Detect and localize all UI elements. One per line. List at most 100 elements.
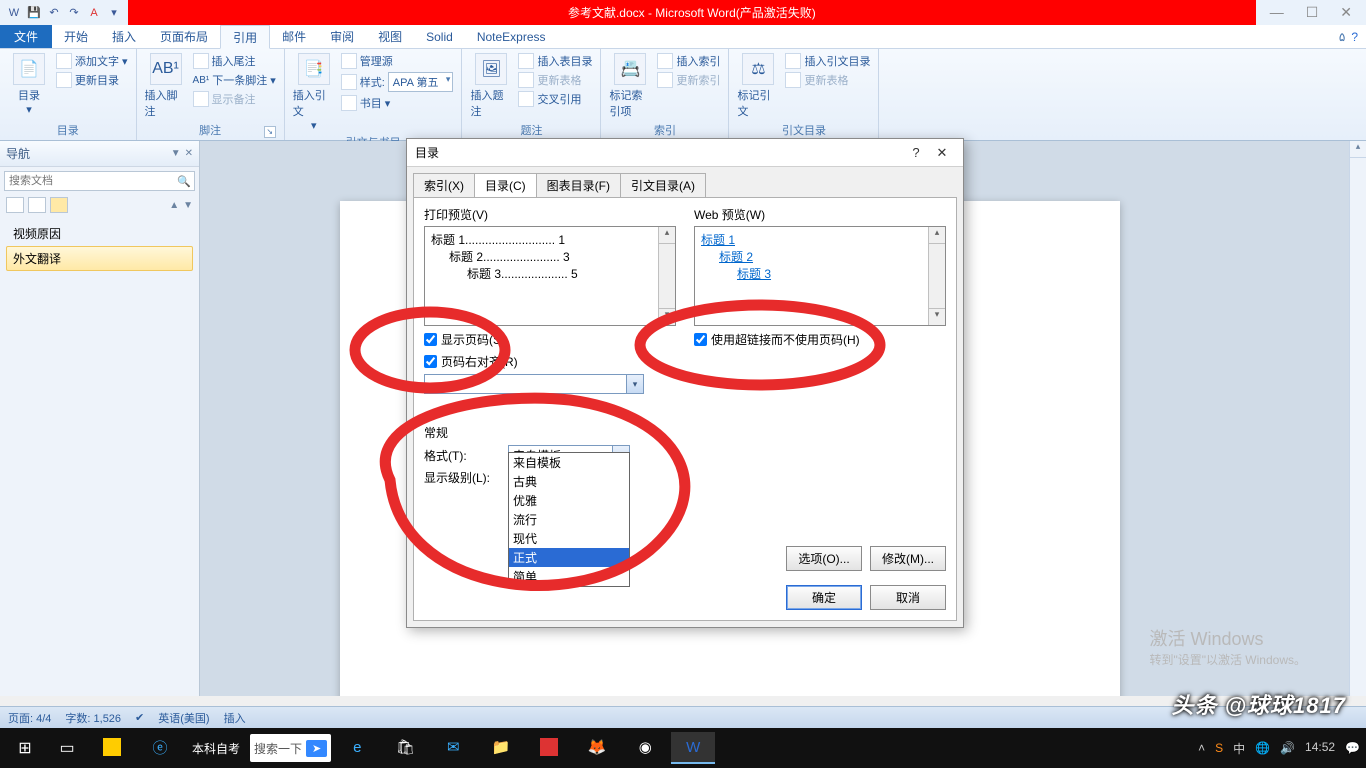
taskbar-firefox[interactable]: 🦊 bbox=[575, 732, 619, 764]
tab-insert[interactable]: 插入 bbox=[100, 25, 148, 48]
mark-citation-button[interactable]: ⚖ 标记引文 bbox=[737, 53, 779, 119]
redo-icon[interactable]: ↷ bbox=[66, 5, 82, 21]
web-toc-link[interactable]: 标题 1 bbox=[701, 233, 735, 247]
status-language[interactable]: 英语(美国) bbox=[158, 710, 209, 726]
manage-sources-button[interactable]: 管理源 bbox=[341, 53, 454, 69]
nav-up-icon[interactable]: ▲ bbox=[169, 200, 179, 211]
taskbar-app[interactable] bbox=[527, 732, 571, 764]
insert-table-figures-button[interactable]: 插入表目录 bbox=[518, 53, 592, 69]
nav-search-input[interactable] bbox=[4, 171, 195, 191]
maximize-button[interactable]: ☐ bbox=[1306, 4, 1319, 21]
nav-item[interactable]: 外文翻译 bbox=[6, 246, 193, 271]
preview-scrollbar[interactable]: ▴▾ bbox=[658, 227, 675, 325]
add-text-button[interactable]: 添加文字 ▾ bbox=[56, 53, 128, 69]
help-icon[interactable]: ? bbox=[1351, 30, 1358, 44]
minimize-button[interactable]: — bbox=[1270, 4, 1284, 21]
insert-index-button[interactable]: 插入索引 bbox=[657, 53, 720, 69]
tab-pagelayout[interactable]: 页面布局 bbox=[148, 25, 220, 48]
tray-volume-icon[interactable]: 🔊 bbox=[1280, 741, 1295, 755]
update-toc-button[interactable]: 更新目录 bbox=[56, 72, 128, 88]
format-dropdown-list[interactable]: 来自模板 古典 优雅 流行 现代 正式 简单 bbox=[508, 452, 630, 587]
taskbar-explorer[interactable]: 📁 bbox=[479, 732, 523, 764]
vertical-scrollbar[interactable]: ▴ bbox=[1349, 141, 1366, 696]
nav-down-icon[interactable]: ▼ bbox=[183, 200, 193, 211]
tray-clock[interactable]: 14:52 bbox=[1305, 741, 1335, 754]
citation-style-select[interactable]: 样式: APA 第五 bbox=[341, 72, 454, 92]
format-option[interactable]: 优雅 bbox=[509, 491, 629, 510]
tab-leader-select[interactable]: ....... ▾ bbox=[424, 374, 644, 394]
tab-references[interactable]: 引用 bbox=[220, 25, 270, 49]
nav-item[interactable]: 视频原因 bbox=[6, 221, 193, 246]
bibliography-button[interactable]: 书目 ▾ bbox=[341, 95, 454, 111]
taskbar-search[interactable]: 搜索一下➤ bbox=[250, 734, 331, 762]
dialog-tab-toc[interactable]: 目录(C) bbox=[474, 173, 537, 197]
start-button[interactable]: ⊞ bbox=[6, 732, 44, 764]
taskbar-ie[interactable]: ⓔ bbox=[138, 732, 182, 764]
dialog-tab-figures[interactable]: 图表目录(F) bbox=[536, 173, 621, 197]
nav-close-icon[interactable]: ✕ bbox=[185, 148, 193, 159]
tab-solid[interactable]: Solid bbox=[414, 25, 465, 48]
insert-authorities-button[interactable]: 插入引文目录 bbox=[785, 53, 870, 69]
tab-view[interactable]: 视图 bbox=[366, 25, 414, 48]
cancel-button[interactable]: 取消 bbox=[870, 585, 946, 610]
taskbar-chrome[interactable]: ◉ bbox=[623, 732, 667, 764]
next-footnote-button[interactable]: AB¹下一条脚注 ▾ bbox=[193, 72, 276, 88]
web-toc-link[interactable]: 标题 2 bbox=[719, 250, 753, 264]
format-option[interactable]: 简单 bbox=[509, 567, 629, 586]
show-page-numbers-checkbox[interactable]: 显示页码(S) bbox=[424, 331, 676, 348]
web-toc-link[interactable]: 标题 3 bbox=[737, 267, 771, 281]
nav-tab-headings[interactable] bbox=[6, 197, 24, 213]
tray-ime[interactable]: 中 bbox=[1233, 740, 1245, 757]
dialog-titlebar[interactable]: 目录 ? ✕ bbox=[407, 139, 963, 167]
dialog-tab-authorities[interactable]: 引文目录(A) bbox=[620, 173, 706, 197]
insert-endnote-button[interactable]: 插入尾注 bbox=[193, 53, 276, 69]
dialog-close-button[interactable]: ✕ bbox=[929, 145, 955, 161]
taskbar-word[interactable]: W bbox=[671, 732, 715, 764]
tray-icon[interactable]: S bbox=[1215, 741, 1223, 755]
format-option[interactable]: 来自模板 bbox=[509, 453, 629, 472]
show-notes-button[interactable]: 显示备注 bbox=[193, 91, 276, 107]
qat-more-icon[interactable]: ▾ bbox=[106, 5, 122, 21]
taskbar-app[interactable] bbox=[90, 732, 134, 764]
status-words[interactable]: 字数: 1,526 bbox=[65, 710, 121, 726]
taskbar-store[interactable]: 🛍 bbox=[383, 732, 427, 764]
format-option[interactable]: 流行 bbox=[509, 510, 629, 529]
tab-mailings[interactable]: 邮件 bbox=[270, 25, 318, 48]
options-button[interactable]: 选项(O)... bbox=[786, 546, 862, 571]
status-proofing-icon[interactable]: ✔ bbox=[135, 711, 144, 724]
preview-scrollbar[interactable]: ▴▾ bbox=[928, 227, 945, 325]
mark-entry-button[interactable]: 📇 标记索引项 bbox=[609, 53, 651, 119]
taskbar-mail[interactable]: ✉ bbox=[431, 732, 475, 764]
status-page[interactable]: 页面: 4/4 bbox=[8, 710, 51, 726]
use-hyperlinks-checkbox[interactable]: 使用超链接而不使用页码(H) bbox=[694, 331, 946, 348]
undo-icon[interactable]: ↶ bbox=[46, 5, 62, 21]
dialog-help-button[interactable]: ? bbox=[903, 145, 929, 160]
insert-caption-button[interactable]: 🖼 插入题注 bbox=[470, 53, 512, 119]
tab-file[interactable]: 文件 bbox=[0, 25, 52, 48]
tab-review[interactable]: 审阅 bbox=[318, 25, 366, 48]
taskbar-edge[interactable]: e bbox=[335, 732, 379, 764]
format-option[interactable]: 现代 bbox=[509, 529, 629, 548]
cross-reference-button[interactable]: 交叉引用 bbox=[518, 91, 592, 107]
update-authorities-button[interactable]: 更新表格 bbox=[785, 72, 870, 88]
nav-tab-results[interactable] bbox=[50, 197, 68, 213]
nav-dropdown-icon[interactable]: ▼ bbox=[171, 148, 181, 159]
insert-citation-button[interactable]: 📑 插入引文▾ bbox=[293, 53, 335, 132]
insert-footnote-button[interactable]: AB¹ 插入脚注 bbox=[145, 53, 187, 119]
tab-noteexpress[interactable]: NoteExpress bbox=[465, 25, 558, 48]
nav-tab-pages[interactable] bbox=[28, 197, 46, 213]
tray-up-icon[interactable]: ˄ bbox=[1198, 741, 1205, 755]
footnote-launcher[interactable]: ↘ bbox=[264, 126, 276, 138]
task-view-button[interactable]: ▭ bbox=[48, 732, 86, 764]
status-insert[interactable]: 插入 bbox=[224, 710, 246, 726]
right-align-checkbox[interactable]: 页码右对齐(R) bbox=[424, 353, 676, 370]
toc-button[interactable]: 📄 目录▾ bbox=[8, 53, 50, 116]
modify-button[interactable]: 修改(M)... bbox=[870, 546, 946, 571]
format-option[interactable]: 古典 bbox=[509, 472, 629, 491]
update-index-button[interactable]: 更新索引 bbox=[657, 72, 720, 88]
tray-notifications-icon[interactable]: 💬 bbox=[1345, 741, 1360, 755]
save-icon[interactable]: 💾 bbox=[26, 5, 42, 21]
ribbon-minimize-icon[interactable]: ۵ bbox=[1339, 30, 1345, 44]
search-icon[interactable]: 🔍 bbox=[177, 175, 191, 188]
tab-home[interactable]: 开始 bbox=[52, 25, 100, 48]
